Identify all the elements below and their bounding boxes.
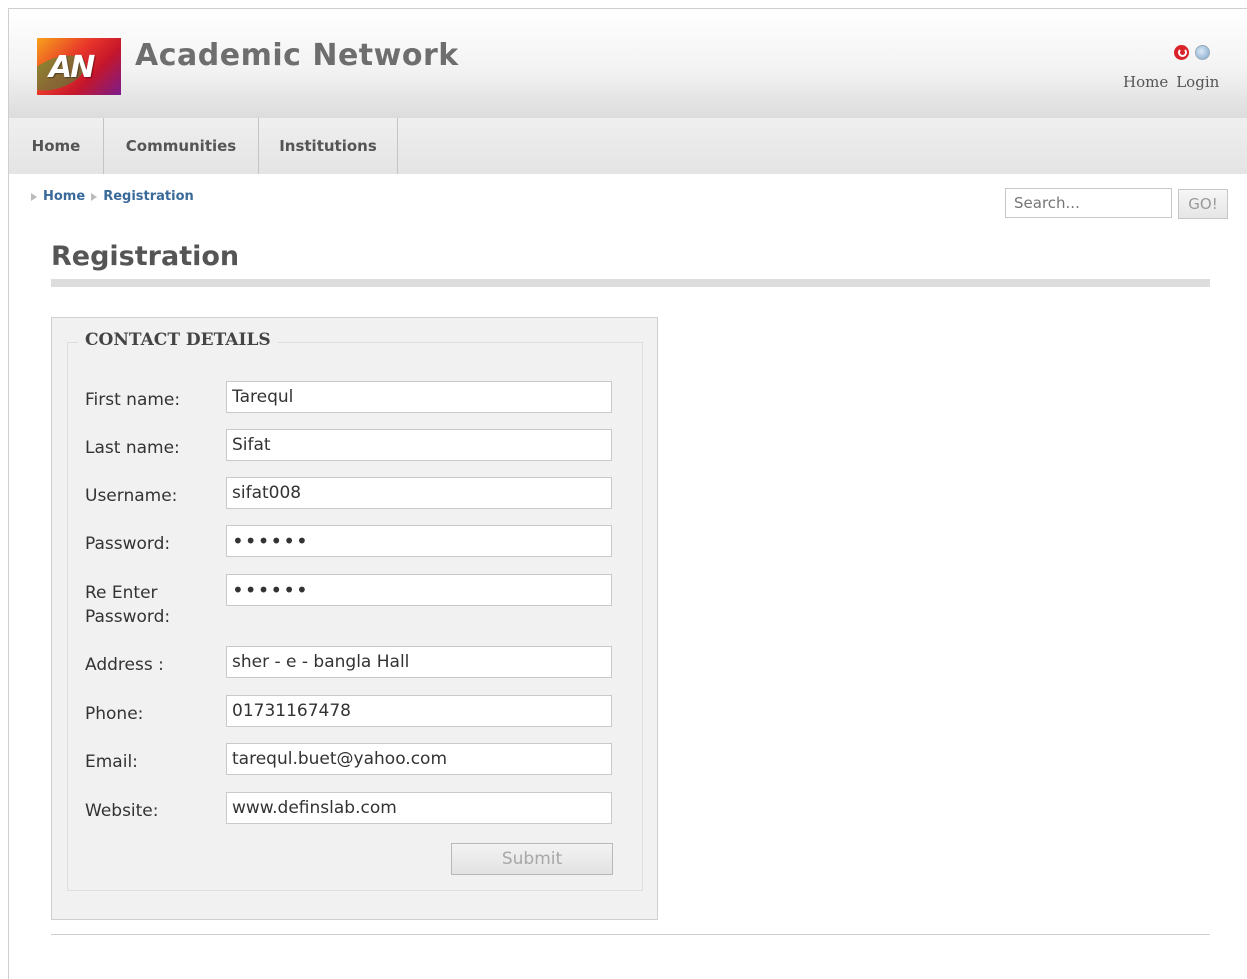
header-home-link[interactable]: Home xyxy=(1123,73,1168,91)
title-divider xyxy=(51,279,1210,287)
registration-form: CONTACT DETAILS First name: Last name: U… xyxy=(51,317,658,920)
first-name-input[interactable] xyxy=(226,381,612,413)
username-input[interactable] xyxy=(226,477,612,509)
header: AN Academic Network Home Login xyxy=(9,9,1247,118)
last-name-input[interactable] xyxy=(226,429,612,461)
power-icon[interactable] xyxy=(1174,45,1189,60)
breadcrumb-registration[interactable]: Registration xyxy=(103,189,194,204)
header-icons xyxy=(1174,45,1210,60)
reenter-password-input[interactable] xyxy=(226,574,612,606)
breadcrumb-arrow-icon xyxy=(31,192,37,201)
first-name-label: First name: xyxy=(85,390,181,410)
site-title: Academic Network xyxy=(135,38,459,73)
breadcrumb-arrow-icon xyxy=(91,192,98,201)
website-input[interactable] xyxy=(226,792,612,824)
contact-details-fieldset: CONTACT DETAILS First name: Last name: U… xyxy=(67,330,643,891)
email-label: Email: xyxy=(85,752,138,772)
header-links: Home Login xyxy=(1123,73,1219,91)
address-label: Address : xyxy=(85,655,164,675)
submit-button[interactable]: Submit xyxy=(451,843,613,875)
header-login-link[interactable]: Login xyxy=(1176,73,1219,91)
globe-icon[interactable] xyxy=(1195,45,1210,60)
search-input[interactable] xyxy=(1005,188,1172,218)
site-logo[interactable]: AN xyxy=(37,38,121,95)
reenter-password-label: Re Enter Password: xyxy=(85,583,171,627)
logo-text: AN xyxy=(49,50,95,85)
nav-institutions[interactable]: Institutions xyxy=(259,118,398,174)
fieldset-legend: CONTACT DETAILS xyxy=(78,330,278,350)
last-name-label: Last name: xyxy=(85,438,180,458)
phone-input[interactable] xyxy=(226,695,612,727)
nav-communities[interactable]: Communities xyxy=(104,118,259,174)
address-input[interactable] xyxy=(226,646,612,678)
username-label: Username: xyxy=(85,486,178,506)
password-label: Password: xyxy=(85,534,171,554)
phone-label: Phone: xyxy=(85,704,144,724)
email-input[interactable] xyxy=(226,743,612,775)
password-input[interactable] xyxy=(226,525,612,557)
breadcrumb: Home Registration xyxy=(31,189,194,204)
main-nav: Home Communities Institutions xyxy=(9,118,1247,174)
nav-home[interactable]: Home xyxy=(9,118,104,174)
search-go-button[interactable]: GO! xyxy=(1178,189,1228,219)
website-label: Website: xyxy=(85,801,159,821)
page-frame: AN Academic Network Home Login Home Comm… xyxy=(8,8,1247,979)
page-title: Registration xyxy=(51,241,240,272)
breadcrumb-home[interactable]: Home xyxy=(43,189,85,204)
footer-divider xyxy=(51,934,1210,935)
